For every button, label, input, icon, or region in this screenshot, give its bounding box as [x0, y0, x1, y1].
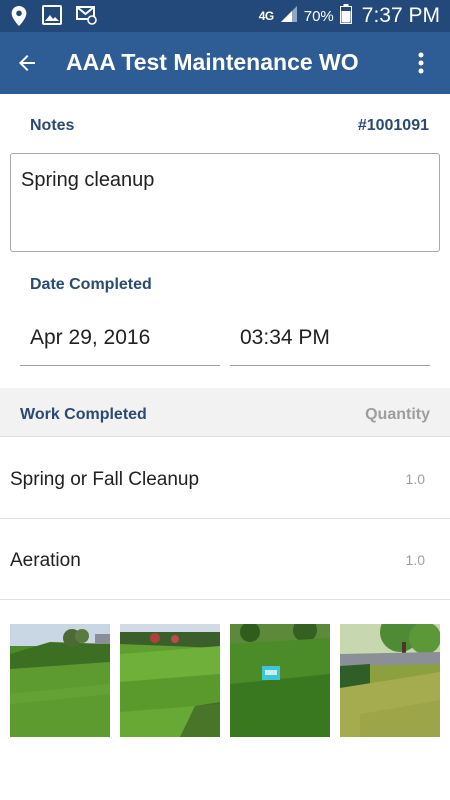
location-icon: [10, 5, 28, 32]
work-completed-label: Work Completed: [20, 406, 147, 423]
time-picker-field[interactable]: 03:34 PM: [230, 326, 430, 366]
quantity-label: Quantity: [365, 406, 430, 423]
photo-tree-lawn: [340, 624, 440, 737]
photo-thumbnail[interactable]: [120, 624, 220, 737]
image-icon: [42, 5, 62, 32]
photo-mowed-lawn: [120, 624, 220, 737]
date-completed-label: Date Completed: [30, 276, 152, 293]
work-item-quantity: 1.0: [405, 471, 425, 487]
photo-thumbnail[interactable]: [230, 624, 330, 737]
work-order-number: #1001091: [357, 117, 429, 134]
notes-field[interactable]: Spring cleanup: [10, 153, 440, 252]
work-item-name: Aeration: [10, 550, 81, 571]
back-button[interactable]: [10, 46, 44, 80]
work-completed-header: Work Completed Quantity: [0, 388, 450, 437]
more-vert-icon: [418, 52, 424, 74]
page-title: AAA Test Maintenance WO: [66, 49, 359, 75]
status-notifications: [10, 5, 98, 32]
photo-lawn-sign: [230, 624, 330, 737]
notes-label: Notes: [30, 117, 75, 134]
clock: 7:37 PM: [361, 4, 440, 27]
photo-thumbnail[interactable]: [10, 624, 110, 737]
network-type: 4G: [258, 9, 275, 23]
photo-thumbnail[interactable]: [340, 624, 440, 737]
date-picker-field[interactable]: Apr 29, 2016: [20, 326, 220, 366]
battery-icon: [339, 3, 352, 29]
work-item-name: Spring or Fall Cleanup: [10, 469, 200, 490]
status-system: 4G 70% 7:37 PM: [259, 0, 440, 32]
arrow-back-icon: [19, 55, 35, 71]
work-item-row[interactable]: Aeration 1.0: [0, 519, 450, 600]
signal-icon: [280, 5, 298, 28]
mail-icon: [76, 5, 98, 32]
battery-percent: 70%: [303, 7, 334, 25]
photo-lawn-slope: [10, 624, 110, 737]
work-item-quantity: 1.0: [405, 552, 425, 568]
work-item-row[interactable]: Spring or Fall Cleanup 1.0: [0, 438, 450, 519]
status-bar: 4G 70% 7:37 PM: [0, 0, 450, 32]
app-bar: AAA Test Maintenance WO: [0, 32, 450, 94]
overflow-menu-button[interactable]: [414, 47, 428, 79]
